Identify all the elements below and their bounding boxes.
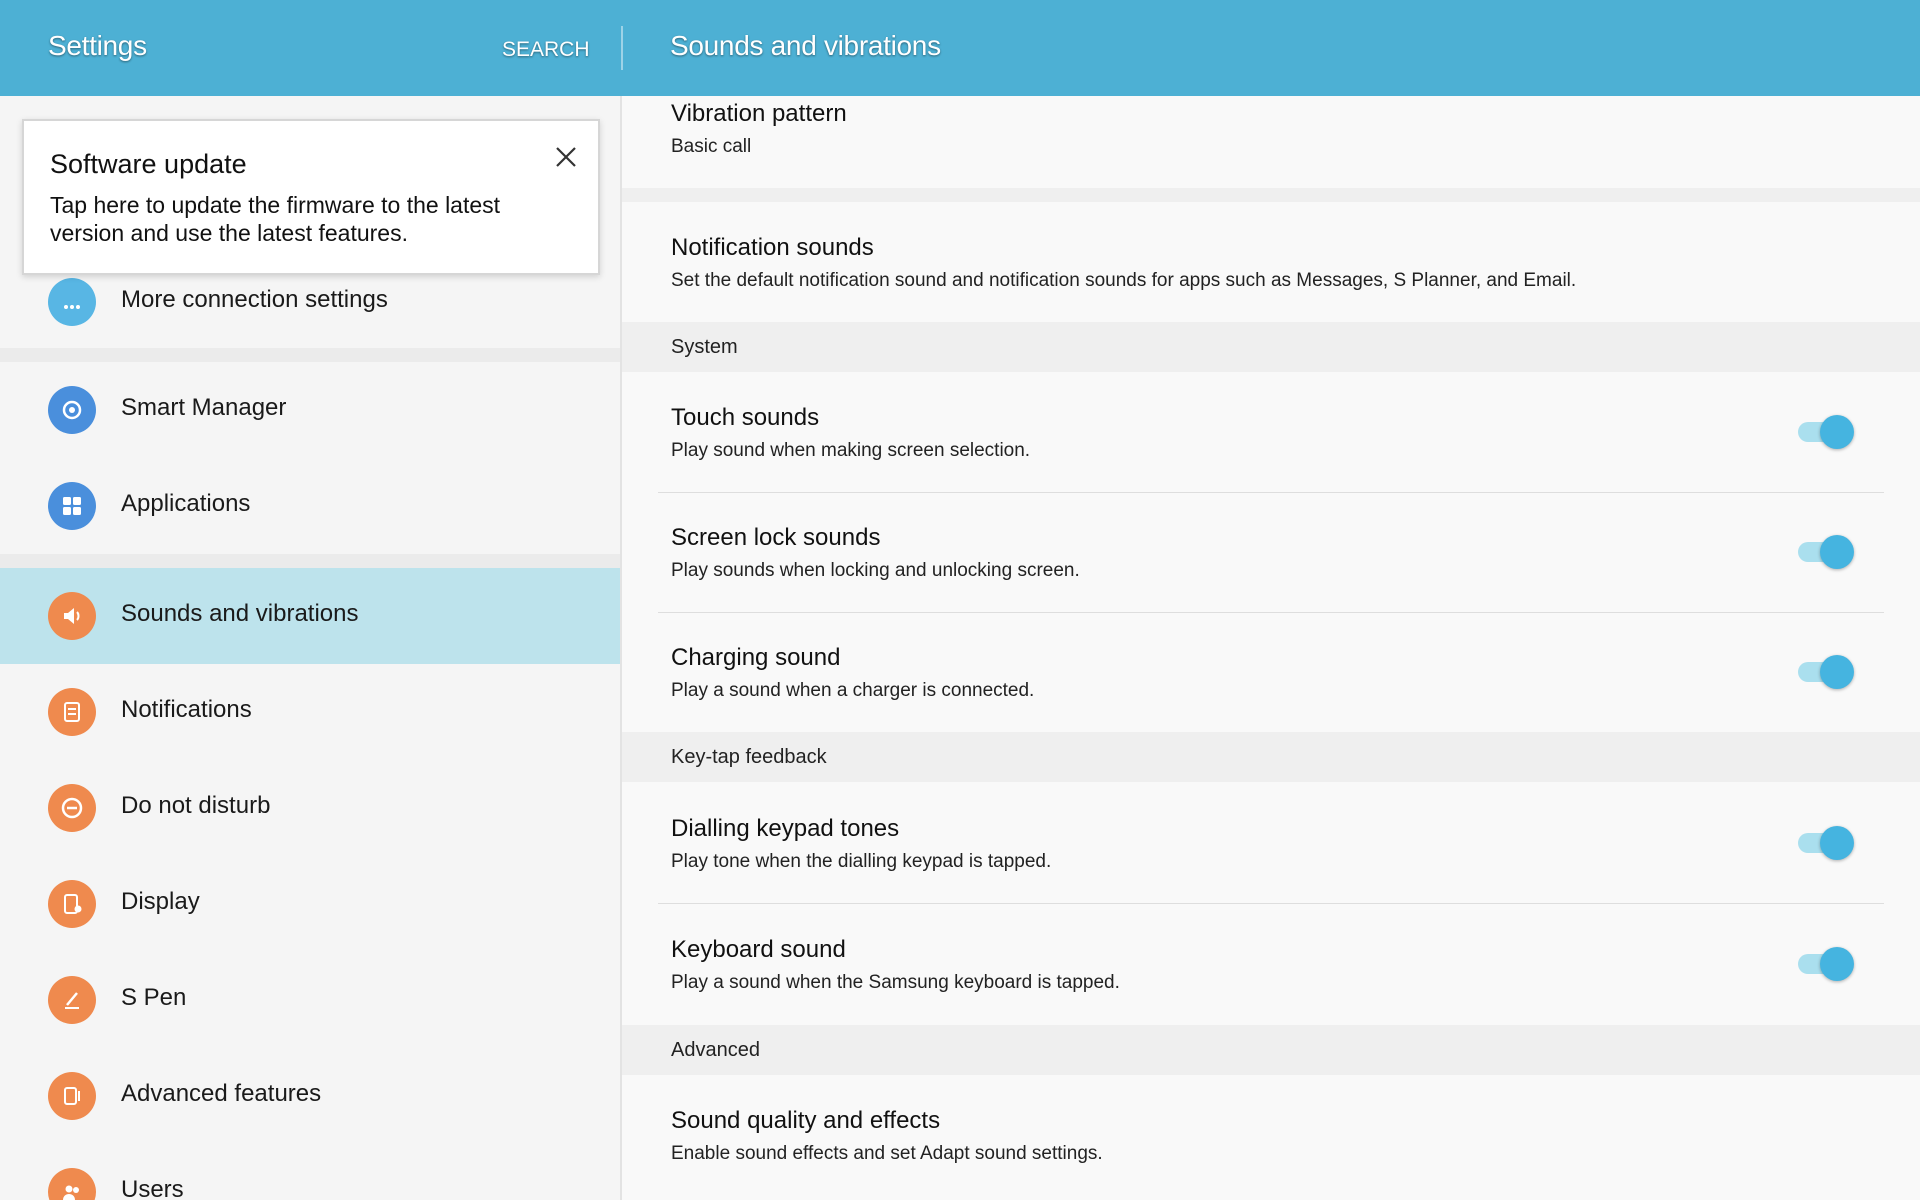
row-description: Set the default notification sound and n… xyxy=(671,270,1577,291)
screen-lock-sounds-toggle[interactable] xyxy=(1798,534,1856,570)
screen-lock-sounds-row[interactable]: Screen lock sounds Play sounds when lock… xyxy=(622,493,1920,612)
section-gap xyxy=(0,554,620,568)
row-description: Play tone when the dialling keypad is ta… xyxy=(671,851,1052,872)
sidebar-item-display[interactable]: Display xyxy=(0,856,620,952)
group-gap xyxy=(622,188,1920,202)
row-description: Play a sound when a charger is connected… xyxy=(671,680,1035,701)
keyboard-sound-toggle[interactable] xyxy=(1798,946,1856,982)
row-description: Play a sound when the Samsung keyboard i… xyxy=(671,972,1120,993)
notification-sounds-row[interactable]: Notification sounds Set the default noti… xyxy=(622,202,1920,322)
search-button[interactable]: SEARCH xyxy=(502,38,590,62)
speaker-icon xyxy=(48,592,96,640)
charging-sound-row[interactable]: Charging sound Play a sound when a charg… xyxy=(622,613,1920,732)
sidebar-item-label: Do not disturb xyxy=(121,792,271,819)
sidebar-item-label: Advanced features xyxy=(121,1080,322,1107)
sidebar-item-notifications[interactable]: Notifications xyxy=(0,664,620,760)
section-header-advanced: Advanced xyxy=(622,1025,1920,1075)
page-title: Sounds and vibrations xyxy=(670,30,941,61)
sidebar-item-label: Display xyxy=(121,888,200,915)
section-label: Key-tap feedback xyxy=(671,746,827,768)
keyboard-sound-row[interactable]: Keyboard sound Play a sound when the Sam… xyxy=(622,904,1920,1025)
sound-quality-row[interactable]: Sound quality and effects Enable sound e… xyxy=(622,1075,1920,1200)
section-header-key-tap-feedback: Key-tap feedback xyxy=(622,732,1920,782)
row-description: Play sounds when locking and unlocking s… xyxy=(671,560,1080,581)
row-title: Touch sounds xyxy=(671,404,820,431)
do-not-disturb-icon xyxy=(48,784,96,832)
sidebar-item-label: Smart Manager xyxy=(121,394,287,421)
sidebar-item-applications[interactable]: Applications xyxy=(0,458,620,554)
sidebar-item-smart-manager[interactable]: Smart Manager xyxy=(0,362,620,458)
advanced-features-icon xyxy=(48,1072,96,1120)
sidebar-item-label: Notifications xyxy=(121,696,252,723)
display-icon xyxy=(48,880,96,928)
sidebar-item-s-pen[interactable]: S Pen xyxy=(0,952,620,1048)
row-value: Basic call xyxy=(671,136,752,157)
section-label: System xyxy=(671,336,738,358)
dialling-keypad-tones-toggle[interactable] xyxy=(1798,825,1856,861)
row-description: Enable sound effects and set Adapt sound… xyxy=(671,1143,1103,1164)
settings-title: Settings xyxy=(48,30,147,61)
sidebar-item-label: Sounds and vibrations xyxy=(121,600,359,627)
row-title: Charging sound xyxy=(671,644,841,671)
touch-sounds-toggle[interactable] xyxy=(1798,414,1856,450)
close-icon[interactable] xyxy=(550,141,582,173)
sidebar-item-users[interactable]: Users xyxy=(0,1144,620,1200)
row-description: Play sound when making screen selection. xyxy=(671,440,1031,461)
section-header-system: System xyxy=(622,322,1920,372)
row-title: Sound quality and effects xyxy=(671,1107,941,1134)
dialling-keypad-tones-row[interactable]: Dialling keypad tones Play tone when the… xyxy=(622,782,1920,903)
applications-icon xyxy=(48,482,96,530)
popup-title: Software update xyxy=(50,149,247,179)
section-gap xyxy=(0,348,620,362)
sidebar-item-do-not-disturb[interactable]: Do not disturb xyxy=(0,760,620,856)
sounds-settings-list[interactable]: Vibration pattern Basic call Notificatio… xyxy=(622,96,1920,1200)
software-update-popup[interactable]: Software update Tap here to update the f… xyxy=(22,119,600,275)
app-header: Settings SEARCH Sounds and vibrations xyxy=(0,0,1920,96)
popup-message: Tap here to update the firmware to the l… xyxy=(50,192,501,246)
row-title: Vibration pattern xyxy=(671,100,847,127)
row-title: Notification sounds xyxy=(671,234,874,261)
more-connections-icon xyxy=(48,278,96,326)
section-label: Advanced xyxy=(671,1039,760,1061)
touch-sounds-row[interactable]: Touch sounds Play sound when making scre… xyxy=(622,372,1920,492)
vibration-pattern-row[interactable]: Vibration pattern Basic call xyxy=(622,96,1920,188)
smart-manager-icon xyxy=(48,386,96,434)
charging-sound-toggle[interactable] xyxy=(1798,654,1856,690)
sidebar-item-label: More connection settings xyxy=(121,286,388,313)
s-pen-icon xyxy=(48,976,96,1024)
sidebar-item-label: Users xyxy=(121,1176,184,1200)
sidebar-item-sounds-and-vibrations[interactable]: Sounds and vibrations xyxy=(0,568,620,664)
sidebar-item-label: S Pen xyxy=(121,984,187,1011)
header-divider xyxy=(621,26,623,70)
sidebar-item-label: Applications xyxy=(121,490,251,517)
notifications-icon xyxy=(48,688,96,736)
row-title: Dialling keypad tones xyxy=(671,815,900,842)
row-title: Keyboard sound xyxy=(671,936,846,963)
sidebar-item-advanced-features[interactable]: Advanced features xyxy=(0,1048,620,1144)
users-icon xyxy=(48,1168,96,1200)
row-title: Screen lock sounds xyxy=(671,524,881,551)
